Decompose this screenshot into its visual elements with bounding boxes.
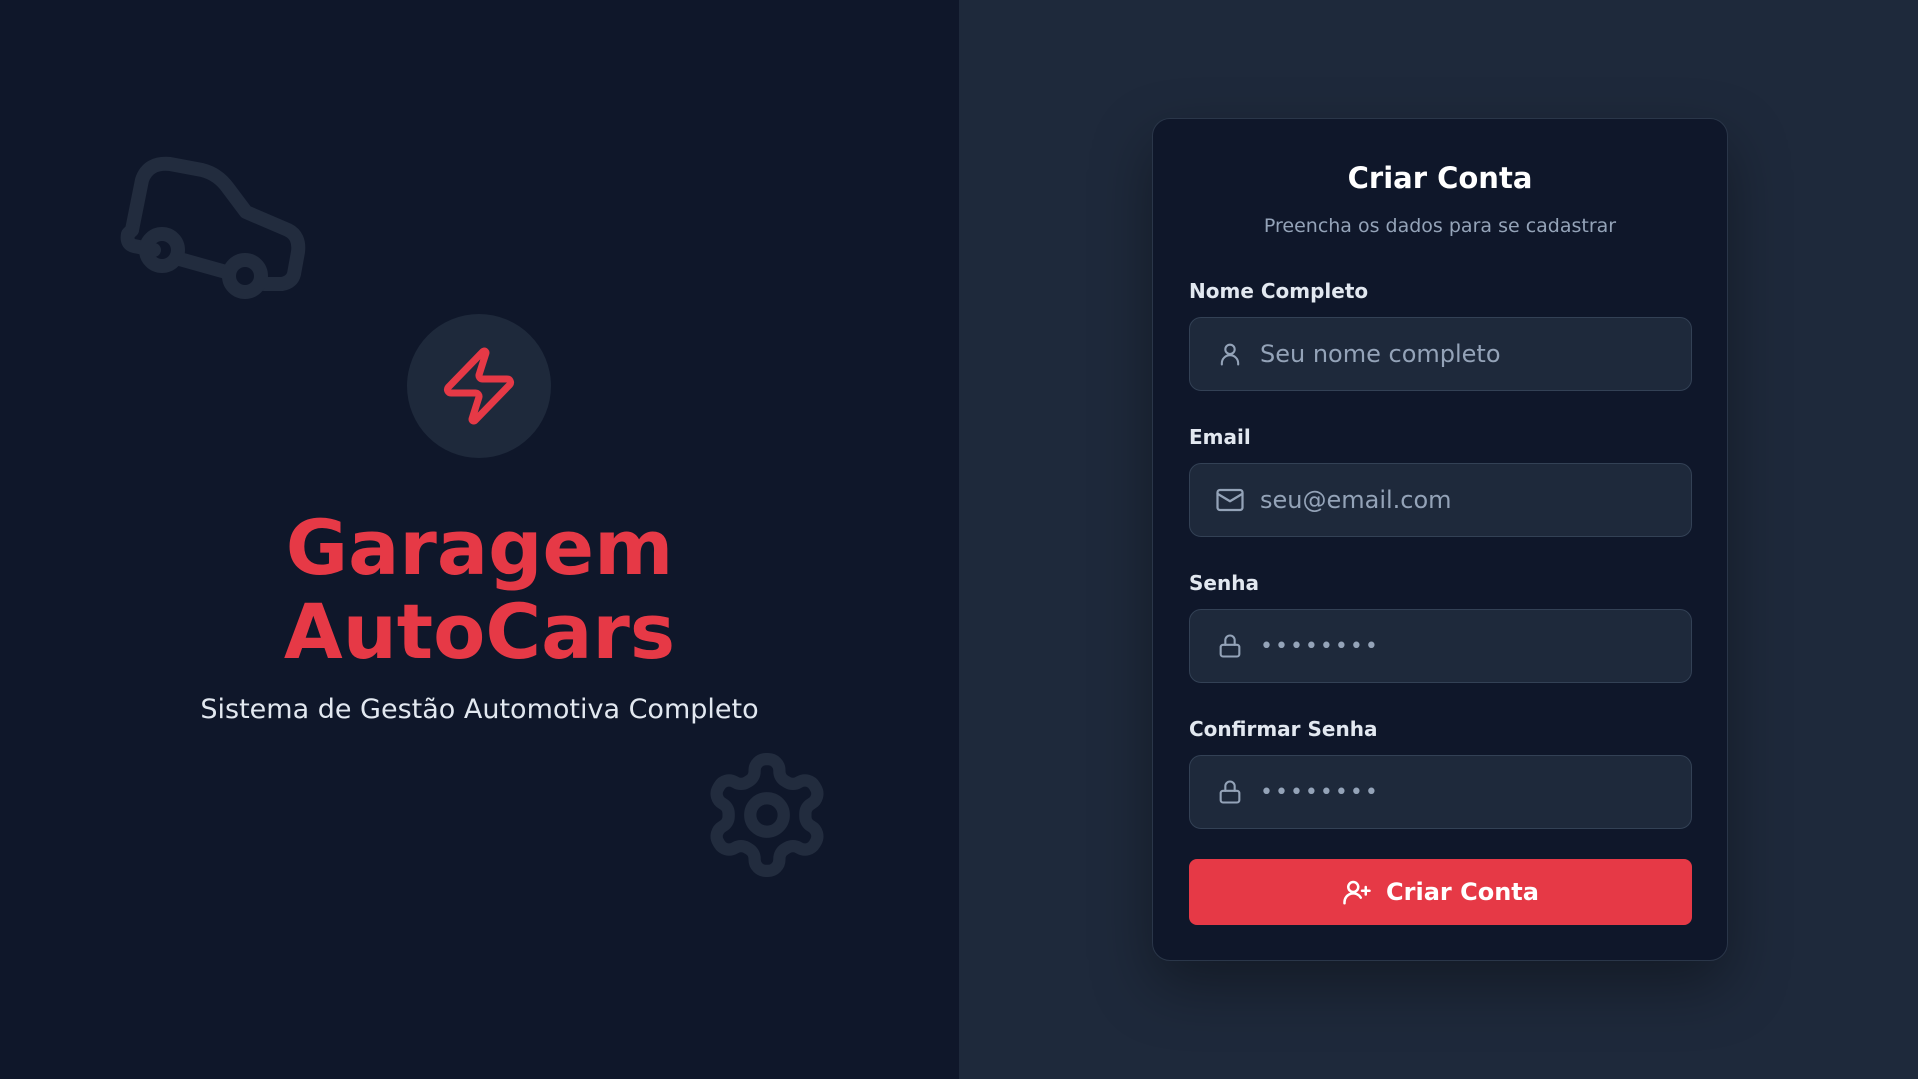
email-label: Email (1189, 425, 1251, 449)
brand-title: Garagem AutoCars (0, 506, 959, 674)
lock-icon (1214, 630, 1246, 662)
card-subtitle: Preencha os dados para se cadastrar (1263, 215, 1617, 237)
user-plus-icon (1343, 880, 1371, 905)
confirm-password-label: Confirmar Senha (1189, 717, 1378, 741)
brand-title-line1: Garagem (285, 503, 674, 592)
create-account-button[interactable]: Criar Conta (1189, 859, 1692, 925)
email-field[interactable] (1189, 463, 1692, 537)
brand-title-line2: AutoCars (283, 587, 676, 676)
user-icon (1214, 338, 1246, 370)
zap-icon (444, 347, 514, 425)
password-input[interactable] (1260, 610, 1691, 682)
brand-subtitle: Sistema de Gestão Automotiva Completo (200, 694, 759, 725)
confirm-password-field[interactable] (1189, 755, 1692, 829)
email-input[interactable] (1260, 464, 1691, 536)
signup-card: Criar Conta Preencha os dados para se ca… (1152, 118, 1728, 961)
car-icon (120, 156, 306, 299)
name-field[interactable] (1189, 317, 1692, 391)
logo-badge (407, 314, 551, 458)
name-input[interactable] (1260, 318, 1691, 390)
page: Garagem AutoCars Sistema de Gestão Autom… (0, 0, 1918, 1079)
card-title: Criar Conta (1347, 161, 1533, 195)
mail-icon (1214, 484, 1246, 516)
lock-icon (1214, 776, 1246, 808)
create-account-label: Criar Conta (1386, 878, 1539, 906)
password-label: Senha (1189, 571, 1259, 595)
form-panel: Criar Conta Preencha os dados para se ca… (959, 0, 1918, 1079)
confirm-password-input[interactable] (1260, 756, 1691, 828)
name-label: Nome Completo (1189, 279, 1369, 303)
hero-panel: Garagem AutoCars Sistema de Gestão Autom… (0, 0, 959, 1079)
gear-icon (710, 753, 824, 877)
password-field[interactable] (1189, 609, 1692, 683)
